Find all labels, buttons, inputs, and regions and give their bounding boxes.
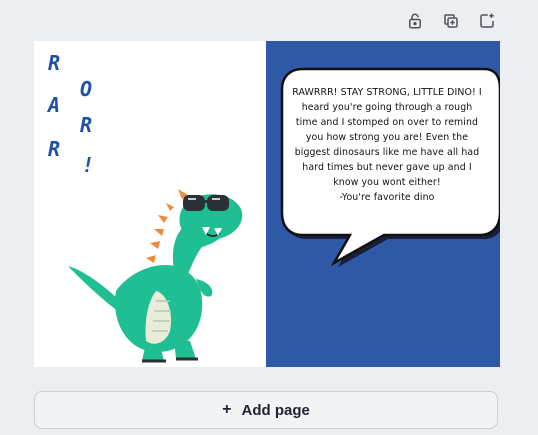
card-page[interactable]: R O A R R ! RAWRRR! STAY STRONG, LITTLE … — [34, 41, 500, 367]
card-signature: -You're favorite dino — [339, 192, 435, 203]
add-page-icon — [480, 13, 494, 28]
page-toolbar — [404, 10, 498, 32]
duplicate-page-button[interactable] — [440, 10, 462, 32]
roar-letter-o: O — [80, 77, 93, 101]
add-page-label: Add page — [241, 401, 310, 419]
add-page-icon-button[interactable] — [476, 10, 498, 32]
card-left-panel: R O A R R ! — [34, 41, 266, 367]
add-page-button[interactable]: + Add page — [34, 391, 498, 429]
roar-letter-r2: R — [80, 113, 93, 137]
roar-letter-r1: R — [48, 51, 61, 75]
plus-icon: + — [222, 401, 232, 418]
lock-icon — [409, 13, 421, 29]
duplicate-page-icon — [444, 14, 458, 28]
card-right-panel: RAWRRR! STAY STRONG, LITTLE DINO! I hear… — [266, 41, 500, 367]
roar-letter-a: A — [48, 93, 61, 117]
speech-bubble-text: RAWRRR! STAY STRONG, LITTLE DINO! I hear… — [292, 85, 482, 205]
dinosaur-illustration — [68, 189, 243, 363]
roar-exclamation: ! — [82, 153, 95, 177]
roar-letter-r3: R — [48, 137, 61, 161]
card-message: RAWRRR! STAY STRONG, LITTLE DINO! I hear… — [292, 87, 482, 188]
lock-button[interactable] — [404, 10, 426, 32]
